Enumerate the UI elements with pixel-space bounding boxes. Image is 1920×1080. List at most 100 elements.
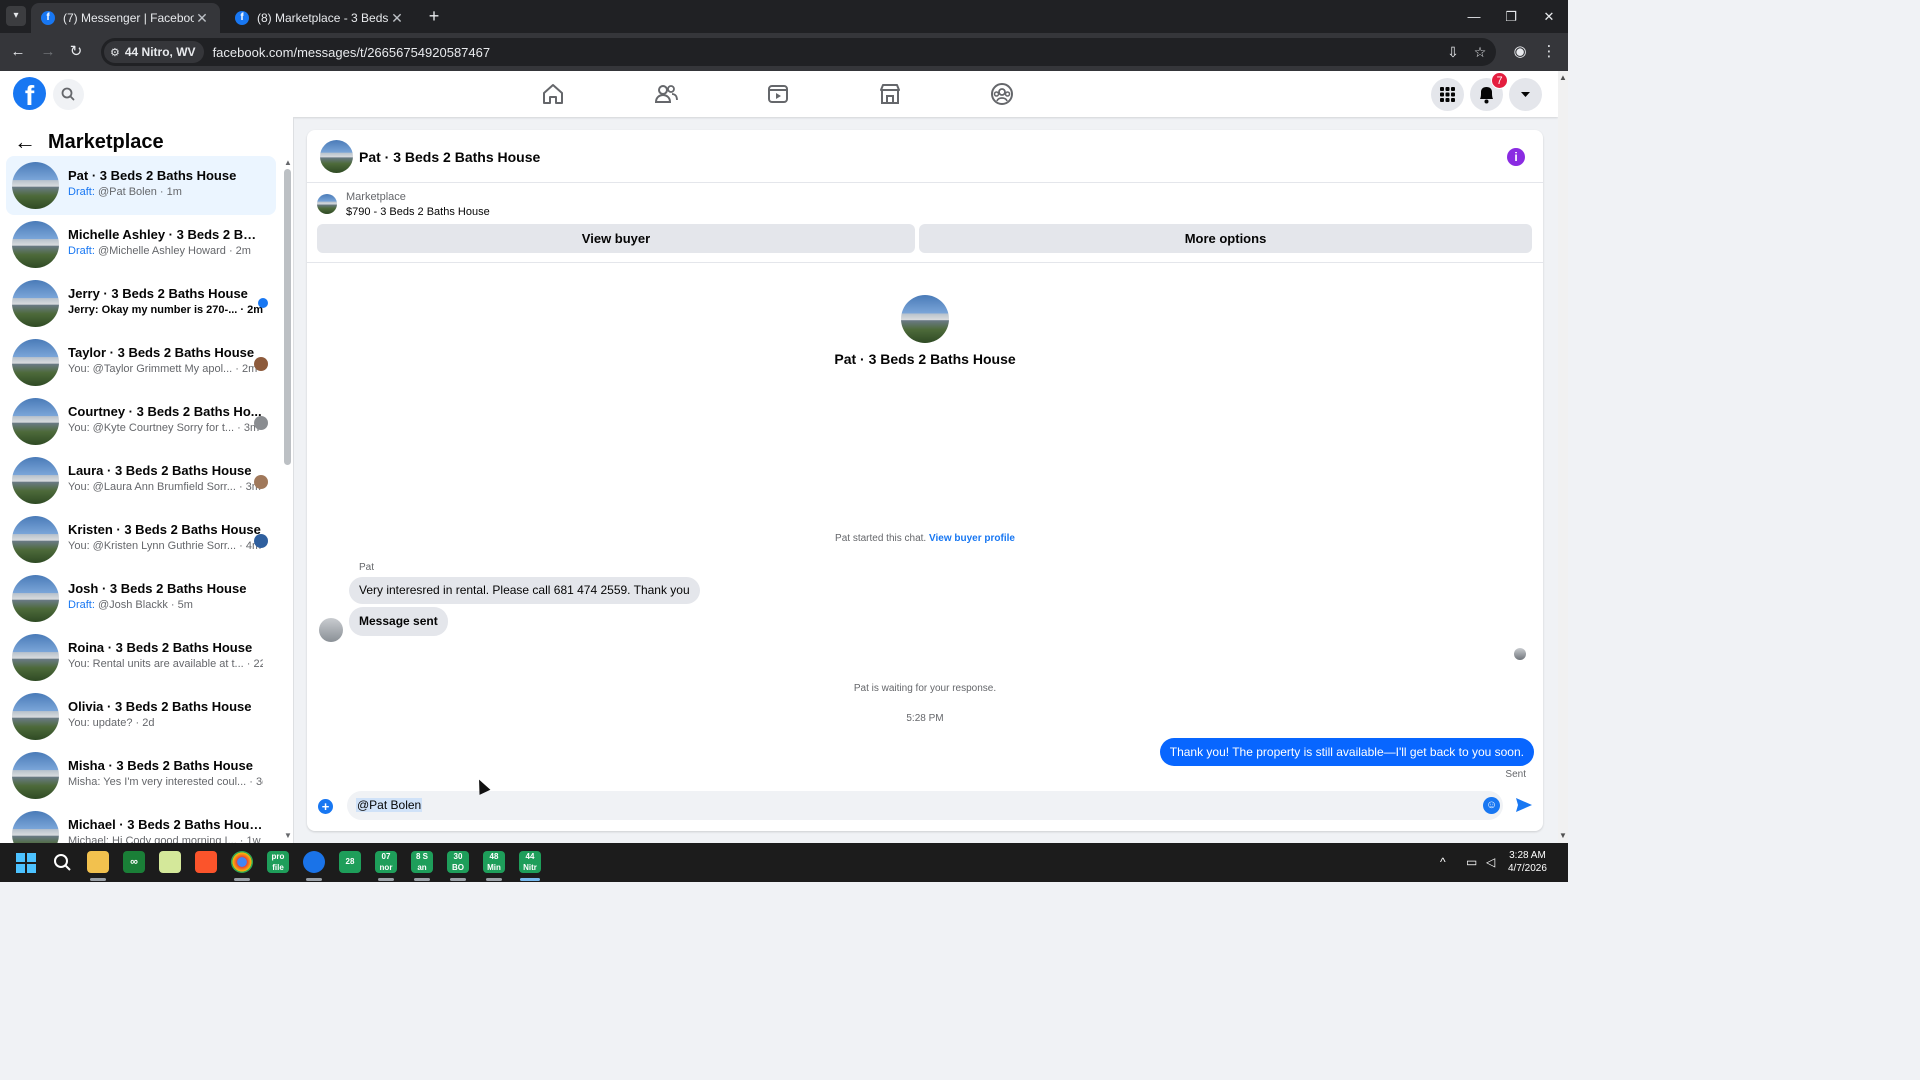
start-windows-icon[interactable] — [16, 853, 36, 873]
listing-avatar — [12, 811, 59, 843]
marketplace-icon[interactable] — [876, 80, 904, 108]
more-options-button[interactable]: More options — [919, 224, 1532, 253]
message-timestamp: 5:28 PM — [906, 713, 944, 724]
taskbar-app-profile-icon[interactable]: pro file — [267, 851, 289, 873]
brave-browser-icon[interactable] — [195, 851, 217, 873]
conversation-item[interactable]: Courtney · 3 Beds 2 Baths Ho... You: @Ky… — [6, 392, 276, 451]
unread-dot-icon — [258, 298, 268, 308]
read-receipt-avatar — [254, 357, 268, 371]
emoji-icon[interactable]: ☺ — [1483, 797, 1500, 814]
conversation-preview: You: update? · 2d — [68, 717, 155, 729]
groups-icon[interactable] — [988, 80, 1016, 108]
info-icon[interactable]: i — [1507, 148, 1525, 166]
browser-menu-icon[interactable]: ⋮ — [1538, 41, 1560, 63]
video-icon[interactable] — [764, 80, 792, 108]
conversation-item[interactable]: Michelle Ashley · 3 Beds 2 Baths... Draf… — [6, 215, 276, 274]
listing-avatar — [12, 398, 59, 445]
incoming-message[interactable]: Message sent — [349, 607, 448, 636]
add-attachment-icon[interactable]: + — [318, 799, 333, 814]
scroll-down-arrow-icon[interactable]: ▼ — [284, 831, 292, 840]
forward-icon[interactable]: → — [37, 41, 59, 63]
conversation-item[interactable]: Michael · 3 Beds 2 Baths House Michael: … — [6, 805, 276, 843]
taskbar-app-icon[interactable]: 8 S an — [411, 851, 433, 873]
conversation-item[interactable]: Misha · 3 Beds 2 Baths House Misha: Yes … — [6, 746, 276, 805]
outgoing-message[interactable]: Thank you! The property is still availab… — [1159, 738, 1534, 766]
scroll-up-arrow-icon[interactable]: ▲ — [284, 158, 292, 167]
tab-close-icon[interactable]: ✕ — [389, 10, 405, 27]
notepad-icon[interactable] — [159, 851, 181, 873]
address-bar[interactable]: ⚙ 44 Nitro, WV facebook.com/messages/t/2… — [101, 38, 1496, 66]
back-icon[interactable]: ← — [7, 41, 29, 63]
tab-close-icon[interactable]: ✕ — [194, 10, 210, 27]
back-arrow-icon[interactable]: ← — [14, 129, 36, 155]
search-icon[interactable] — [51, 851, 73, 873]
chrome-icon[interactable] — [231, 851, 253, 873]
profile-avatar — [901, 295, 949, 343]
profile-icon[interactable]: ◉ — [1509, 41, 1531, 63]
site-info-chip[interactable]: ⚙ 44 Nitro, WV — [104, 41, 204, 63]
listing-avatar — [12, 457, 59, 504]
listing-thumbnail[interactable] — [317, 194, 337, 214]
running-indicator — [486, 878, 502, 881]
file-explorer-icon[interactable] — [87, 851, 109, 873]
taskbar-app-icon[interactable]: 28 — [339, 851, 361, 873]
taskbar-app-icon[interactable]: 07 nor — [375, 851, 397, 873]
page-scrollbar[interactable]: ▲ ▼ — [1558, 71, 1568, 843]
tab-marketplace[interactable]: f (8) Marketplace - 3 Beds 2 Bath ✕ — [225, 3, 415, 33]
home-icon[interactable] — [539, 80, 567, 108]
conversation-preview: You: @Laura Ann Brumfield Sorr... · 3m — [68, 481, 261, 493]
network-icon[interactable]: ▭ — [1466, 855, 1477, 869]
draft-label: Draft: — [68, 599, 95, 611]
close-window-icon[interactable]: ✕ — [1530, 0, 1568, 33]
site-chip-label: 44 Nitro, WV — [124, 45, 196, 59]
scroll-down-arrow-icon[interactable]: ▼ — [1559, 831, 1567, 840]
chat-title[interactable]: Pat · 3 Beds 2 Baths House — [359, 149, 540, 165]
new-tab-button[interactable]: + — [424, 6, 444, 26]
conversation-item[interactable]: Jerry · 3 Beds 2 Baths House Jerry: Okay… — [6, 274, 276, 333]
taskbar-app-icon[interactable]: 30 BO — [447, 851, 469, 873]
chat-avatar[interactable] — [320, 140, 353, 173]
conversation-item[interactable]: Olivia · 3 Beds 2 Baths House You: updat… — [6, 687, 276, 746]
listing-price[interactable]: $790 - 3 Beds 2 Baths House — [346, 206, 490, 218]
volume-icon[interactable]: ◁ — [1486, 855, 1495, 869]
view-buyer-button[interactable]: View buyer — [317, 224, 915, 253]
tab-title: (7) Messenger | Facebook — [63, 11, 194, 25]
conversation-item[interactable]: Kristen · 3 Beds 2 Baths House You: @Kri… — [6, 510, 276, 569]
tab-messenger[interactable]: f (7) Messenger | Facebook ✕ — [31, 3, 220, 33]
conversation-item[interactable]: Taylor · 3 Beds 2 Baths House You: @Tayl… — [6, 333, 276, 392]
account-button[interactable] — [1509, 78, 1542, 111]
sender-avatar[interactable] — [319, 618, 343, 642]
friends-icon[interactable] — [652, 80, 680, 108]
browser-tabstrip: ▾ f (7) Messenger | Facebook ✕ f (8) Mar… — [0, 0, 1568, 33]
tab-search-chevron-icon[interactable]: ▾ — [6, 6, 26, 26]
taskbar-app-icon[interactable]: 44 Nitr — [519, 851, 541, 873]
conversation-item[interactable]: Roina · 3 Beds 2 Baths House You: Rental… — [6, 628, 276, 687]
scroll-up-arrow-icon[interactable]: ▲ — [1559, 73, 1567, 82]
app-icon[interactable] — [303, 851, 325, 873]
view-buyer-profile-link[interactable]: View buyer profile — [929, 533, 1015, 544]
message-input[interactable]: @Pat Bolen — [347, 791, 1503, 820]
search-button[interactable] — [53, 79, 84, 110]
grid-menu-icon — [1440, 87, 1455, 102]
send-icon[interactable] — [1514, 795, 1534, 815]
conversation-item[interactable]: Pat · 3 Beds 2 Baths House Draft: @Pat B… — [6, 156, 276, 215]
menu-button[interactable] — [1431, 78, 1464, 111]
conversation-item[interactable]: Laura · 3 Beds 2 Baths House You: @Laura… — [6, 451, 276, 510]
taskbar-clock[interactable]: 3:28 AM 4/7/2026 — [1508, 849, 1547, 875]
tray-chevron-up-icon[interactable]: ^ — [1440, 855, 1446, 869]
app-icon[interactable]: ∞ — [123, 851, 145, 873]
taskbar-app-icon[interactable]: 48 Min — [483, 851, 505, 873]
sidebar-scrollbar[interactable] — [284, 169, 291, 465]
message-input-value: @Pat Bolen — [356, 798, 423, 812]
running-indicator — [90, 878, 106, 881]
conversation-preview: Draft: @Michelle Ashley Howard · 2m — [68, 245, 263, 257]
bookmark-star-icon[interactable]: ☆ — [1470, 42, 1490, 62]
conversation-item[interactable]: Josh · 3 Beds 2 Baths House Draft: @Josh… — [6, 569, 276, 628]
listing-banner: Marketplace $790 - 3 Beds 2 Baths House … — [307, 183, 1543, 263]
minimize-icon[interactable]: — — [1455, 0, 1493, 33]
install-app-icon[interactable]: ⇩ — [1443, 42, 1463, 62]
restore-icon[interactable]: ❐ — [1492, 0, 1530, 33]
reload-icon[interactable]: ↻ — [65, 41, 87, 63]
facebook-logo-icon[interactable]: f — [13, 77, 46, 110]
incoming-message[interactable]: Very interesred in rental. Please call 6… — [349, 577, 700, 604]
